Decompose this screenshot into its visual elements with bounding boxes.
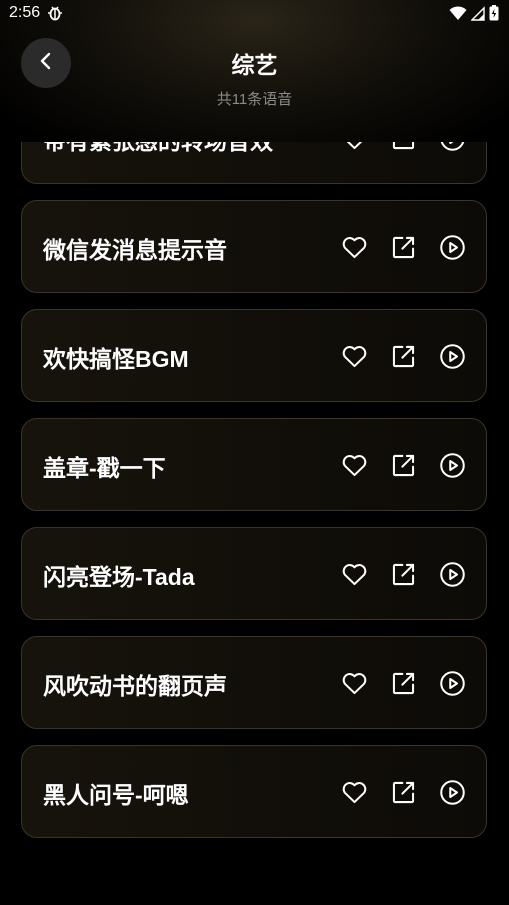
heart-icon (342, 673, 367, 695)
sound-card[interactable]: 风吹动书的翻页声 (21, 636, 487, 729)
sound-card[interactable]: 盖章-戳一下 (21, 418, 487, 511)
sound-title: 盖章-戳一下 (43, 455, 166, 481)
sound-actions (341, 343, 466, 370)
sound-actions (341, 670, 466, 697)
favorite-button[interactable] (341, 561, 368, 588)
favorite-button[interactable] (341, 779, 368, 806)
favorite-button[interactable] (341, 670, 368, 697)
heart-icon (346, 142, 363, 150)
share-icon (392, 345, 415, 368)
favorite-button[interactable] (341, 142, 368, 152)
play-button[interactable] (439, 779, 466, 806)
play-button[interactable] (439, 452, 466, 479)
status-time: 2:56 (9, 4, 41, 21)
share-icon (392, 236, 415, 259)
share-icon (392, 454, 415, 477)
share-button[interactable] (390, 234, 417, 261)
share-button[interactable] (390, 452, 417, 479)
sound-actions (341, 452, 466, 479)
battery-icon (489, 5, 499, 26)
favorite-button[interactable] (341, 343, 368, 370)
sound-actions (341, 142, 466, 152)
share-button[interactable] (390, 142, 417, 152)
sound-title: 风吹动书的翻页声 (43, 673, 227, 699)
page-title: 综艺 (231, 52, 278, 78)
favorite-button[interactable] (341, 452, 368, 479)
play-icon (440, 344, 465, 369)
share-icon (392, 781, 415, 804)
sound-actions (341, 561, 466, 588)
sound-title: 黑人问号-呵嗯 (43, 782, 189, 808)
sound-actions (341, 234, 466, 261)
share-button[interactable] (390, 561, 417, 588)
play-button[interactable] (439, 234, 466, 261)
favorite-button[interactable] (341, 234, 368, 261)
play-button[interactable] (439, 142, 466, 152)
share-icon (392, 563, 415, 586)
sound-card[interactable]: 黑人问号-呵嗯 (21, 745, 487, 838)
signal-icon (470, 5, 485, 26)
share-icon (392, 142, 415, 150)
heart-icon (342, 237, 367, 259)
play-icon (440, 562, 465, 587)
sound-actions (341, 779, 466, 806)
play-button[interactable] (439, 561, 466, 588)
sound-card[interactable]: 带有紧张感的转场音效 (21, 142, 487, 184)
sound-card[interactable]: 闪亮登场-Tada (21, 527, 487, 620)
sound-title: 闪亮登场-Tada (43, 564, 195, 590)
sound-title: 微信发消息提示音 (43, 237, 227, 263)
sound-title: 带有紧张感的转场音效 (43, 142, 273, 156)
heart-icon (342, 455, 367, 477)
bug-icon (47, 5, 63, 21)
play-icon (440, 780, 465, 805)
status-bar: 2:56 (0, 0, 509, 28)
share-button[interactable] (390, 670, 417, 697)
heart-icon (342, 346, 367, 368)
play-icon (440, 671, 465, 696)
sound-card[interactable]: 欢快搞怪BGM (21, 309, 487, 402)
heart-icon (342, 564, 367, 586)
header: 综艺 共11条语音 (0, 28, 509, 128)
play-icon (440, 235, 465, 260)
play-button[interactable] (439, 670, 466, 697)
play-button[interactable] (439, 343, 466, 370)
page-subtitle: 共11条语音 (216, 91, 293, 108)
play-icon (440, 453, 465, 478)
wifi-icon (449, 5, 467, 26)
sound-list[interactable]: 带有紧张感的转场音效 微信发消息提 (0, 142, 509, 905)
share-button[interactable] (390, 779, 417, 806)
share-icon (392, 672, 415, 695)
sound-card[interactable]: 微信发消息提示音 (21, 200, 487, 293)
share-button[interactable] (390, 343, 417, 370)
sound-title: 欢快搞怪BGM (43, 346, 189, 372)
heart-icon (342, 782, 367, 804)
play-icon (440, 142, 465, 151)
